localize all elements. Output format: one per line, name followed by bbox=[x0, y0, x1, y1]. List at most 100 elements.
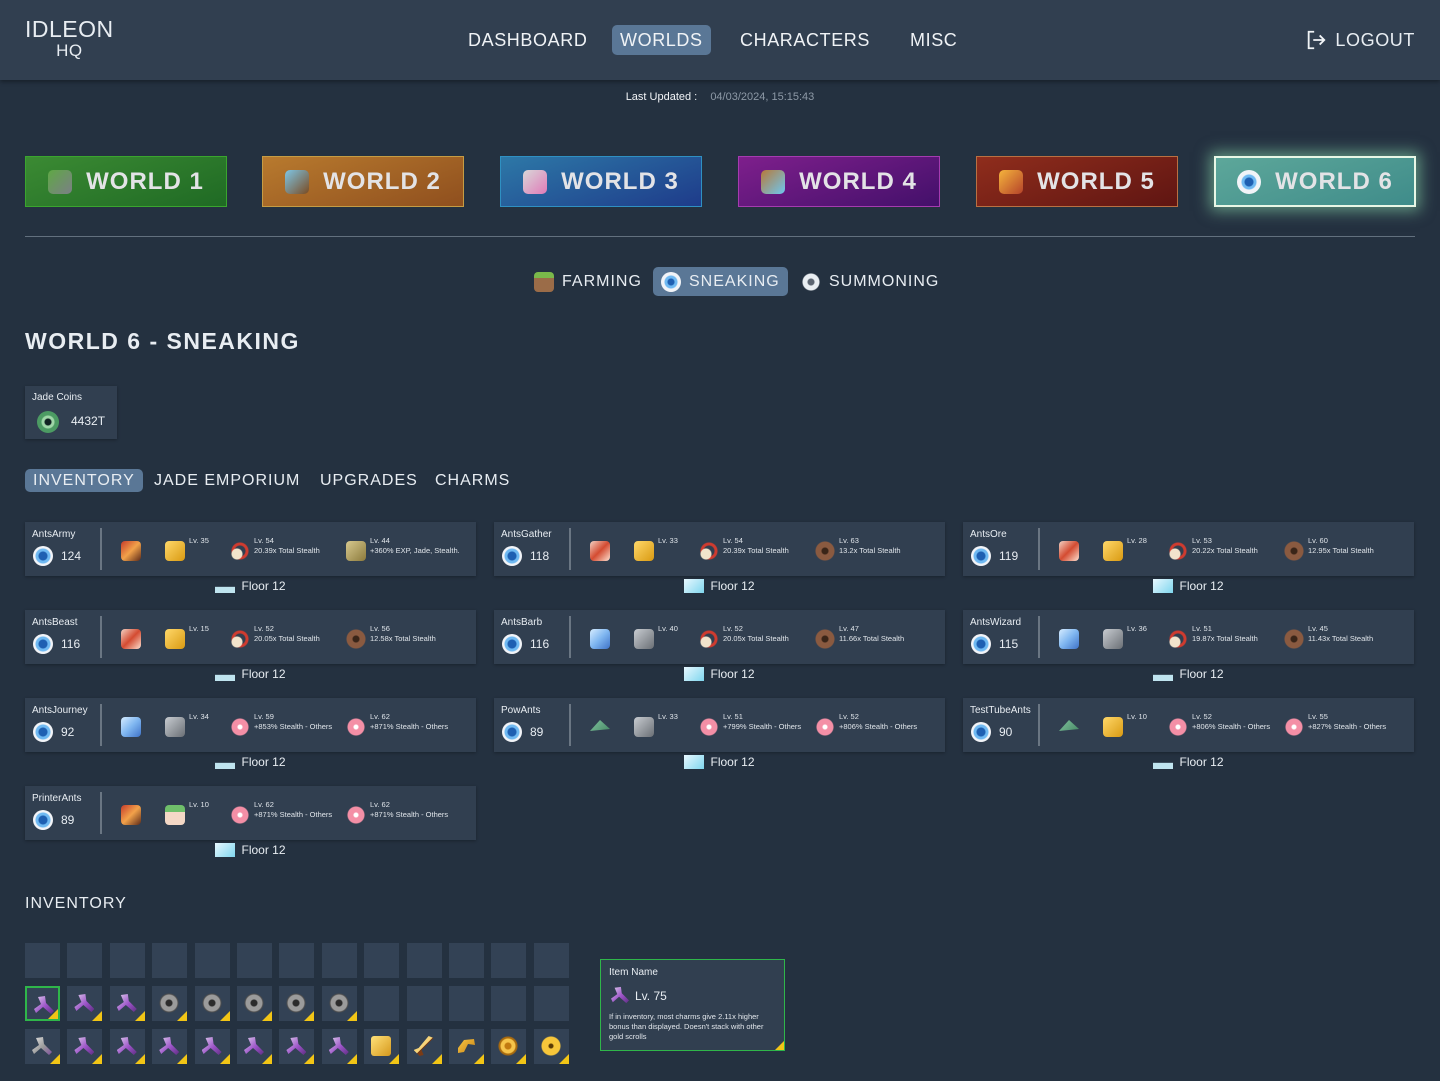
empty-inventory-slot[interactable] bbox=[364, 986, 400, 1021]
nav-worlds[interactable]: WORLDS bbox=[612, 25, 711, 55]
world-5-button[interactable]: WORLD 5 bbox=[976, 156, 1178, 207]
equipment-slot[interactable]: Lv. 52 20.05x Total Stealth bbox=[699, 624, 789, 649]
world-2-button[interactable]: WORLD 2 bbox=[262, 156, 464, 207]
equipment-slot[interactable]: Lv. 33 bbox=[634, 712, 678, 737]
equipment-slot[interactable]: Lv. 52 +806% Stealth - Others bbox=[1168, 712, 1270, 737]
equipment-slot[interactable] bbox=[590, 712, 614, 737]
equipment-slot[interactable]: Lv. 40 bbox=[634, 624, 678, 649]
empty-inventory-slot[interactable] bbox=[533, 943, 569, 978]
world-3-button[interactable]: WORLD 3 bbox=[500, 156, 702, 207]
inventory-slot[interactable] bbox=[237, 1029, 272, 1064]
empty-inventory-slot[interactable] bbox=[237, 943, 272, 978]
inventory-slot[interactable] bbox=[109, 986, 145, 1021]
empty-inventory-slot[interactable] bbox=[533, 986, 569, 1021]
equipment-slot[interactable]: Lv. 45 11.43x Total Stealth bbox=[1284, 624, 1373, 649]
tab-sneaking[interactable]: SNEAKING bbox=[653, 267, 788, 296]
empty-inventory-slot[interactable] bbox=[406, 943, 442, 978]
equipment-slot[interactable]: Lv. 34 bbox=[165, 712, 209, 737]
equipment-slot[interactable]: Lv. 10 bbox=[165, 800, 209, 825]
empty-inventory-slot[interactable] bbox=[25, 943, 60, 978]
equipment-slot[interactable] bbox=[1059, 712, 1083, 737]
tab-charms[interactable]: CHARMS bbox=[427, 469, 518, 492]
equipment-slot[interactable]: Lv. 47 11.66x Total Stealth bbox=[815, 624, 904, 649]
equipment-slot[interactable] bbox=[590, 624, 614, 649]
empty-inventory-slot[interactable] bbox=[194, 943, 230, 978]
tab-jade-emporium[interactable]: JADE EMPORIUM bbox=[146, 469, 308, 492]
equipment-slot[interactable]: Lv. 56 12.58x Total Stealth bbox=[346, 624, 436, 649]
empty-inventory-slot[interactable] bbox=[364, 943, 400, 978]
empty-inventory-slot[interactable] bbox=[109, 943, 145, 978]
equipment-slot[interactable]: Lv. 62 +871% Stealth - Others bbox=[230, 800, 332, 825]
equipment-slot[interactable] bbox=[1059, 536, 1083, 561]
inventory-slot[interactable] bbox=[152, 986, 188, 1021]
empty-inventory-slot[interactable] bbox=[406, 986, 442, 1021]
equipment-slot[interactable]: Lv. 62 +871% Stealth - Others bbox=[346, 800, 448, 825]
equipment-slot[interactable]: Lv. 51 +799% Stealth - Others bbox=[699, 712, 801, 737]
equipment-slot[interactable]: Lv. 62 +871% Stealth - Others bbox=[346, 712, 448, 737]
equipment-slot[interactable]: Lv. 59 +853% Stealth - Others bbox=[230, 712, 332, 737]
inventory-slot[interactable] bbox=[194, 986, 230, 1021]
inventory-slot[interactable] bbox=[237, 986, 272, 1021]
equipment-slot[interactable]: Lv. 55 +827% Stealth - Others bbox=[1284, 712, 1386, 737]
inventory-slot[interactable] bbox=[279, 986, 315, 1021]
inventory-slot[interactable] bbox=[449, 1029, 484, 1064]
equipment-slot[interactable] bbox=[590, 536, 614, 561]
equipment-slot[interactable]: Lv. 28 bbox=[1103, 536, 1147, 561]
world-1-button[interactable]: WORLD 1 bbox=[25, 156, 227, 207]
inventory-slot[interactable] bbox=[321, 986, 357, 1021]
inventory-slot[interactable] bbox=[279, 1029, 315, 1064]
inventory-slot[interactable] bbox=[25, 1029, 60, 1064]
logout-button[interactable]: LOGOUT bbox=[1305, 25, 1415, 55]
inventory-slot[interactable] bbox=[406, 1029, 442, 1064]
inventory-slot[interactable] bbox=[152, 1029, 188, 1064]
equipment-slot[interactable] bbox=[121, 624, 145, 649]
world-6-button[interactable]: WORLD 6 bbox=[1214, 156, 1416, 207]
world-4-button[interactable]: WORLD 4 bbox=[738, 156, 940, 207]
equipment-slot[interactable]: Lv. 52 +806% Stealth - Others bbox=[815, 712, 917, 737]
equipment-slot[interactable] bbox=[1059, 624, 1083, 649]
equipment-level: Lv. 44 bbox=[370, 536, 390, 545]
equipment-slot[interactable]: Lv. 54 20.39x Total Stealth bbox=[699, 536, 789, 561]
tab-upgrades[interactable]: UPGRADES bbox=[312, 469, 426, 492]
equipment-slot[interactable]: Lv. 54 20.39x Total Stealth bbox=[230, 536, 320, 561]
inventory-slot[interactable] bbox=[491, 1029, 527, 1064]
empty-inventory-slot[interactable] bbox=[152, 943, 188, 978]
empty-inventory-slot[interactable] bbox=[449, 986, 484, 1021]
inventory-slot[interactable] bbox=[109, 1029, 145, 1064]
equipment-slot[interactable]: Lv. 53 20.22x Total Stealth bbox=[1168, 536, 1258, 561]
equipment-slot[interactable] bbox=[121, 712, 145, 737]
inventory-slot[interactable] bbox=[25, 986, 60, 1021]
equipment-slot[interactable]: Lv. 60 12.95x Total Stealth bbox=[1284, 536, 1374, 561]
empty-inventory-slot[interactable] bbox=[491, 943, 527, 978]
empty-inventory-slot[interactable] bbox=[279, 943, 315, 978]
empty-inventory-slot[interactable] bbox=[321, 943, 357, 978]
equipment-slot[interactable]: Lv. 51 19.87x Total Stealth bbox=[1168, 624, 1258, 649]
tab-farming[interactable]: FARMING bbox=[526, 267, 650, 296]
top-navbar: IDLEON HQ DASHBOARD WORLDS CHARACTERS MI… bbox=[0, 0, 1440, 80]
equipment-slot[interactable]: Lv. 10 bbox=[1103, 712, 1147, 737]
equipment-slot[interactable]: Lv. 15 bbox=[165, 624, 209, 649]
tab-summoning[interactable]: SUMMONING bbox=[793, 267, 947, 296]
inventory-slot[interactable] bbox=[67, 986, 103, 1021]
equipment-slot[interactable]: Lv. 52 20.05x Total Stealth bbox=[230, 624, 320, 649]
equipment-slot[interactable] bbox=[121, 800, 145, 825]
tab-inventory[interactable]: INVENTORY bbox=[25, 469, 143, 492]
empty-inventory-slot[interactable] bbox=[449, 943, 484, 978]
empty-inventory-slot[interactable] bbox=[491, 986, 527, 1021]
equipment-slot[interactable]: Lv. 36 bbox=[1103, 624, 1147, 649]
equipment-slot[interactable]: Lv. 35 bbox=[165, 536, 209, 561]
inventory-slot[interactable] bbox=[321, 1029, 357, 1064]
inventory-slot[interactable] bbox=[194, 1029, 230, 1064]
equipment-slot[interactable]: Lv. 44 +360% EXP, Jade, Stealth. bbox=[346, 536, 460, 561]
nav-dashboard[interactable]: DASHBOARD bbox=[460, 25, 595, 55]
nav-misc[interactable]: MISC bbox=[902, 25, 965, 55]
equipment-slot[interactable]: Lv. 33 bbox=[634, 536, 678, 561]
inventory-slot[interactable] bbox=[67, 1029, 103, 1064]
equipment-level: Lv. 52 bbox=[254, 624, 274, 633]
equipment-slot[interactable] bbox=[121, 536, 145, 561]
inventory-slot[interactable] bbox=[364, 1029, 400, 1064]
equipment-slot[interactable]: Lv. 63 13.2x Total Stealth bbox=[815, 536, 901, 561]
nav-characters[interactable]: CHARACTERS bbox=[732, 25, 878, 55]
empty-inventory-slot[interactable] bbox=[67, 943, 103, 978]
inventory-slot[interactable] bbox=[533, 1029, 569, 1064]
